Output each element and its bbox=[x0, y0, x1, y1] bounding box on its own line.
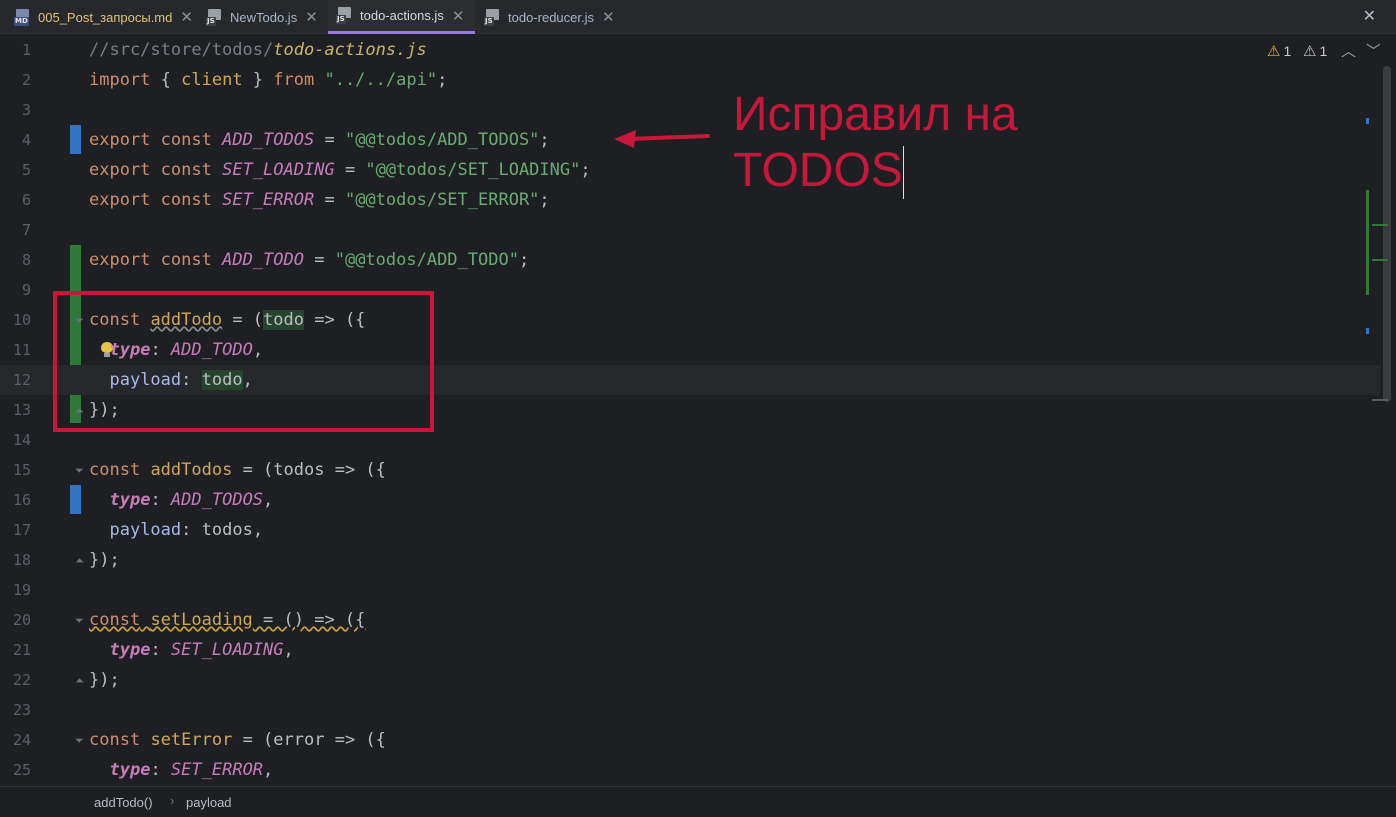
annotation-arrow bbox=[614, 130, 710, 148]
js-file-icon: JS bbox=[484, 8, 501, 26]
scroll-marker-added[interactable] bbox=[1372, 259, 1388, 261]
warning-counter[interactable]: ⚠ 1 bbox=[1267, 42, 1291, 60]
scrollbar-thumb[interactable] bbox=[1383, 66, 1391, 402]
tab-label: NewTodo.js bbox=[230, 9, 298, 25]
close-icon[interactable]: ✕ bbox=[452, 7, 465, 25]
tab-label: todo-actions.js bbox=[360, 8, 444, 23]
tab-005-post-md[interactable]: MD 005_Post_запросы.md ✕ bbox=[14, 0, 198, 34]
scroll-marker-caret bbox=[1372, 399, 1388, 401]
annotation-line-1: Исправил на bbox=[733, 88, 1018, 141]
close-icon[interactable]: ✕ bbox=[602, 8, 615, 26]
markdown-file-icon: MD bbox=[14, 8, 31, 26]
code-line: 8 export const ADD_TODO = "@@todos/ADD_T… bbox=[21, 250, 530, 270]
scroll-marker-modified[interactable] bbox=[1366, 328, 1369, 334]
breadcrumb-function[interactable]: addTodo() bbox=[94, 795, 153, 810]
code-line: 21 type: SET_LOADING, bbox=[12, 640, 294, 660]
code-line: 22 ⏶ }); bbox=[12, 670, 120, 690]
next-highlight-icon[interactable]: ﹀ bbox=[1366, 40, 1381, 61]
scroll-marker-added[interactable] bbox=[1366, 190, 1369, 295]
breadcrumb-separator: › bbox=[170, 793, 175, 808]
code-line: 20 ⏷ const setLoading = () => ({ bbox=[12, 610, 366, 630]
text-caret bbox=[903, 146, 904, 199]
highlight-box bbox=[53, 291, 434, 432]
code-line: 23 bbox=[12, 701, 31, 719]
fold-icon[interactable]: ⏶ bbox=[75, 675, 86, 686]
code-line: 5 export const SET_LOADING = "@@todos/SE… bbox=[21, 160, 591, 180]
code-line: 15 ⏷ const addTodos = (todos => ({ bbox=[12, 460, 386, 480]
code-line: 25 type: SET_ERROR, bbox=[12, 760, 274, 780]
code-line: 3 bbox=[21, 101, 31, 119]
fold-icon[interactable]: ⏷ bbox=[75, 735, 86, 746]
tab-label: todo-reducer.js bbox=[508, 9, 594, 25]
tab-newtodo-js[interactable]: JS NewTodo.js ✕ bbox=[206, 0, 326, 34]
code-line: 18 ⏶ }); bbox=[12, 550, 120, 570]
code-line: 2 import { client } from "../../api"; bbox=[21, 70, 448, 90]
fold-icon[interactable]: ⏶ bbox=[75, 555, 86, 566]
weak-warning-icon: ⚠ bbox=[1303, 43, 1317, 60]
fold-icon[interactable]: ⏷ bbox=[75, 465, 86, 476]
editor-tab-bar: MD 005_Post_запросы.md ✕ JS NewTodo.js ✕… bbox=[0, 0, 1396, 34]
warning-icon: ⚠ bbox=[1267, 43, 1281, 60]
js-file-icon: JS bbox=[206, 8, 223, 26]
tab-todo-reducer-js[interactable]: JS todo-reducer.js ✕ bbox=[484, 0, 624, 34]
close-editor-icon[interactable]: ✕ bbox=[1363, 6, 1376, 25]
js-file-icon: JS bbox=[336, 7, 353, 24]
tab-todo-actions-js[interactable]: JS todo-actions.js ✕ bbox=[328, 0, 475, 34]
scroll-marker-modified[interactable] bbox=[1366, 118, 1369, 124]
scroll-marker-added[interactable] bbox=[1372, 224, 1388, 226]
weak-warning-counter[interactable]: ⚠ 1 bbox=[1303, 42, 1327, 60]
breadcrumb-property[interactable]: payload bbox=[186, 795, 232, 810]
close-icon[interactable]: ✕ bbox=[180, 8, 193, 26]
code-line: 16 type: ADD_TODOS, bbox=[12, 490, 274, 510]
code-line: 24 ⏷ const setError = (error => ({ bbox=[12, 730, 386, 750]
close-icon[interactable]: ✕ bbox=[305, 8, 318, 26]
code-line: 19 bbox=[12, 581, 31, 599]
code-line: 17 payload: todos, bbox=[12, 520, 264, 540]
breadcrumb: addTodo() › payload bbox=[0, 786, 1396, 817]
code-line: 7 bbox=[21, 221, 31, 239]
code-line: 6 export const SET_ERROR = "@@todos/SET_… bbox=[21, 190, 550, 210]
fold-icon[interactable]: ⏷ bbox=[75, 615, 86, 626]
previous-highlight-icon[interactable]: ︿ bbox=[1341, 40, 1356, 61]
tab-label: 005_Post_запросы.md bbox=[38, 9, 173, 25]
code-line: 1 //src/store/todos/todo-actions.js bbox=[21, 40, 427, 60]
